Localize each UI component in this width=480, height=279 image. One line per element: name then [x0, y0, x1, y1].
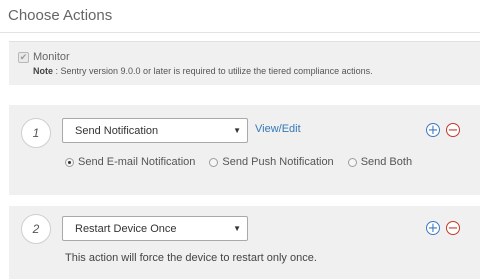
plus-circle-icon: + — [427, 220, 439, 236]
radio-button[interactable] — [347, 157, 357, 167]
action-select-value: Restart Device Once — [75, 222, 177, 235]
radio-send-push[interactable]: Send Push Notification — [209, 156, 334, 168]
action-panel-1: 1 Send Notification ▼ View/Edit + − Send… — [9, 105, 480, 195]
radio-send-both[interactable]: Send Both — [347, 156, 413, 168]
remove-action-button[interactable]: − — [446, 221, 460, 235]
view-edit-link[interactable]: View/Edit — [255, 123, 301, 135]
action-select-value: Send Notification — [75, 124, 159, 137]
monitor-note: Note : Sentry version 9.0.0 or later is … — [33, 66, 373, 76]
check-icon: ✔ — [19, 51, 28, 62]
monitor-panel: ✔ Monitor Note : Sentry version 9.0.0 or… — [9, 41, 480, 85]
note-text: : Sentry version 9.0.0 or later is requi… — [55, 66, 373, 76]
action-panel-2: 2 Restart Device Once ▼ + − This action … — [9, 206, 480, 279]
notification-radio-group: Send E-mail Notification Send Push Notif… — [65, 156, 426, 168]
title-divider — [0, 32, 480, 33]
radio-label: Send E-mail Notification — [78, 156, 196, 168]
action-description: This action will force the device to res… — [65, 252, 317, 264]
add-action-button[interactable]: + — [426, 123, 440, 137]
monitor-checkbox[interactable]: ✔ — [18, 51, 29, 63]
radio-send-email[interactable]: Send E-mail Notification — [65, 156, 195, 168]
step-number-badge: 2 — [21, 214, 51, 244]
caret-down-icon: ▼ — [233, 224, 241, 233]
monitor-label: Monitor — [33, 51, 70, 63]
plus-circle-icon: + — [427, 122, 439, 138]
step-number-badge: 1 — [21, 118, 51, 148]
radio-label: Send Push Notification — [222, 156, 334, 168]
action-select-1[interactable]: Send Notification ▼ — [62, 118, 248, 143]
section-title: Choose Actions — [8, 7, 113, 24]
action-select-2[interactable]: Restart Device Once ▼ — [62, 216, 248, 241]
radio-button[interactable] — [209, 157, 219, 167]
radio-label: Send Both — [360, 156, 413, 168]
monitor-checkbox-row[interactable]: ✔ Monitor — [18, 51, 70, 63]
radio-button[interactable] — [65, 157, 74, 167]
minus-circle-icon: − — [447, 122, 459, 138]
minus-circle-icon: − — [447, 220, 459, 236]
add-action-button[interactable]: + — [426, 221, 440, 235]
note-label: Note — [33, 66, 53, 76]
remove-action-button[interactable]: − — [446, 123, 460, 137]
caret-down-icon: ▼ — [233, 126, 241, 135]
